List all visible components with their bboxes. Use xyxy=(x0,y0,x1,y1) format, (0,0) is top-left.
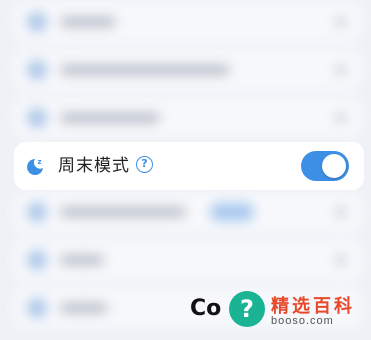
blurred-setting-text xyxy=(60,113,160,123)
blurred-chevron-icon xyxy=(336,65,346,75)
blurred-setting-icon xyxy=(28,13,46,31)
blurred-setting-icon xyxy=(28,203,46,221)
blurred-setting-icon xyxy=(28,299,46,317)
blurred-setting-text xyxy=(60,65,230,75)
blurred-chevron-icon xyxy=(336,207,346,217)
blurred-setting-row xyxy=(14,2,362,42)
svg-text:z: z xyxy=(38,158,42,166)
blurred-setting-row xyxy=(14,98,362,138)
help-icon[interactable]: ? xyxy=(136,156,153,173)
blurred-setting-pill xyxy=(210,203,254,221)
watermark-text-fragment: Co xyxy=(190,296,222,321)
weekend-mode-toggle[interactable] xyxy=(301,151,349,181)
watermark-url: booso.com xyxy=(271,315,334,327)
blurred-setting-icon xyxy=(28,109,46,127)
blurred-setting-row xyxy=(14,50,362,90)
weekend-mode-row: z 周末模式 ? xyxy=(14,142,364,190)
blurred-setting-row xyxy=(14,240,362,280)
blurred-setting-text xyxy=(60,207,186,217)
weekend-mode-label: 周末模式 xyxy=(58,156,130,176)
blurred-setting-icon xyxy=(28,251,46,269)
blurred-setting-row xyxy=(14,192,362,232)
toggle-knob xyxy=(322,154,346,178)
moon-icon: z xyxy=(27,158,43,175)
blurred-setting-text xyxy=(60,255,104,265)
blurred-chevron-icon xyxy=(336,17,346,27)
watermark-question-badge: ? xyxy=(229,291,265,327)
blurred-chevron-icon xyxy=(336,113,346,123)
blurred-setting-text xyxy=(60,17,116,27)
blurred-setting-text xyxy=(60,303,108,313)
blurred-chevron-icon xyxy=(336,255,346,265)
blurred-setting-icon xyxy=(28,61,46,79)
